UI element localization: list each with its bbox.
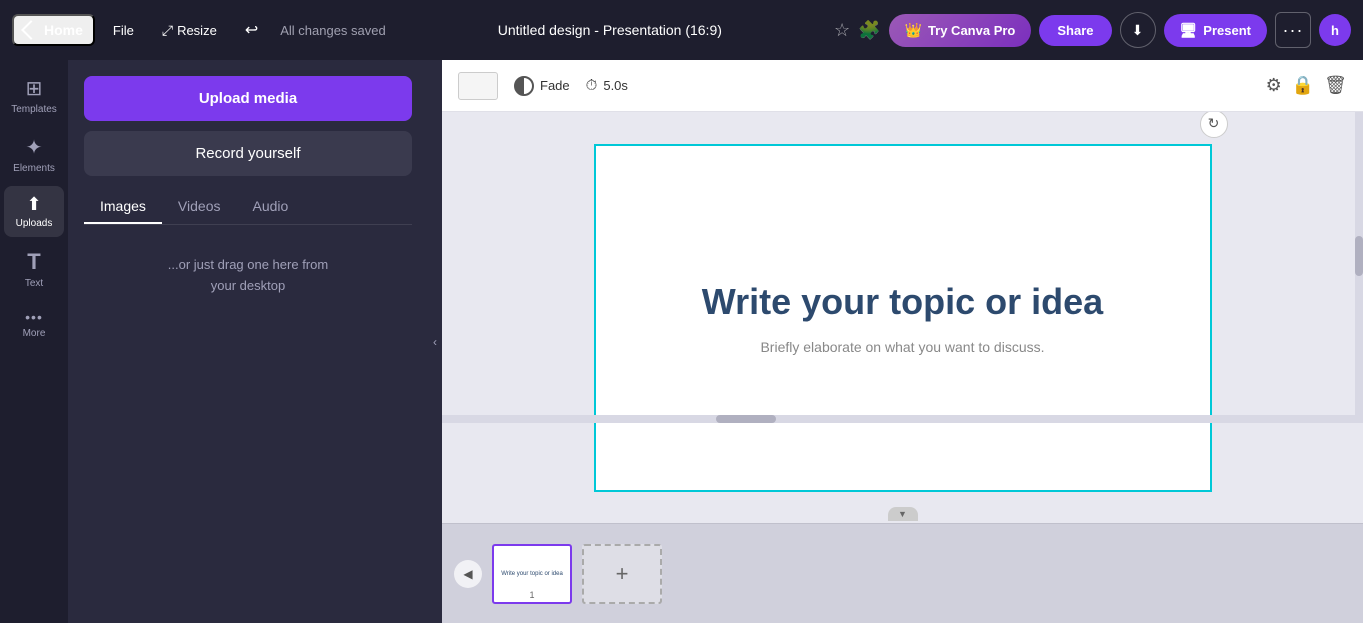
try-canva-pro-button[interactable]: 👑 Try Canva Pro bbox=[889, 14, 1032, 47]
filmstrip-left-arrow[interactable]: ◀ bbox=[454, 560, 482, 588]
collapse-arrow-icon: ‹ bbox=[433, 335, 437, 349]
sidebar-item-uploads[interactable]: ⬆ Uploads bbox=[4, 186, 64, 237]
canvas-area: Fade ⏱ 5.0s ⚙ 🔒 🗑 ↻ Writ bbox=[442, 60, 1363, 623]
design-title: Untitled design - Presentation (16:9) bbox=[498, 22, 722, 38]
resize-icon: ⤢ bbox=[162, 22, 173, 39]
time-label: 5.0s bbox=[603, 78, 628, 93]
resize-button[interactable]: ⤢ Resize bbox=[152, 16, 227, 45]
add-slide-icon: + bbox=[616, 561, 629, 587]
resize-label: Resize bbox=[177, 23, 217, 38]
fade-button[interactable]: Fade bbox=[514, 76, 570, 96]
templates-label: Templates bbox=[11, 104, 57, 115]
add-slide-button[interactable]: + bbox=[582, 544, 662, 604]
topbar-right: ☆ 🧩 👑 Try Canva Pro Share ⬇ 🖥 Present ··… bbox=[834, 12, 1351, 48]
monitor-icon: 🖥 bbox=[1180, 22, 1198, 39]
present-button[interactable]: 🖥 Present bbox=[1164, 14, 1267, 47]
settings-icon-button[interactable]: ⚙ bbox=[1266, 75, 1282, 96]
horizontal-scrollbar[interactable] bbox=[442, 415, 1355, 423]
templates-icon: ⊞ bbox=[26, 76, 43, 101]
elements-icon: ✦ bbox=[26, 135, 43, 160]
sidebar-item-elements[interactable]: ✦ Elements bbox=[4, 127, 64, 182]
elements-label: Elements bbox=[13, 163, 55, 174]
extensions-button[interactable]: 🧩 bbox=[858, 20, 880, 41]
fade-icon bbox=[514, 76, 534, 96]
trash-icon-button[interactable]: 🗑 bbox=[1324, 75, 1347, 96]
file-menu-button[interactable]: File bbox=[103, 17, 144, 44]
download-button[interactable]: ⬇ bbox=[1120, 12, 1156, 48]
fade-label: Fade bbox=[540, 78, 570, 93]
download-icon: ⬇ bbox=[1132, 22, 1144, 39]
lock-icon: 🔒 bbox=[1292, 75, 1314, 95]
slide-thumbnail-preview[interactable] bbox=[458, 72, 498, 100]
uploads-icon: ⬆ bbox=[26, 194, 41, 215]
crown-icon: 👑 bbox=[905, 22, 922, 39]
star-button[interactable]: ☆ bbox=[834, 20, 850, 41]
topbar: Home File ⤢ Resize ↩ All changes saved U… bbox=[0, 0, 1363, 60]
all-changes-saved-text: All changes saved bbox=[280, 23, 386, 38]
slide-subtitle-text[interactable]: Briefly elaborate on what you want to di… bbox=[760, 339, 1044, 355]
vertical-scrollbar[interactable] bbox=[1355, 112, 1363, 423]
trash-icon: 🗑 bbox=[1324, 75, 1347, 95]
panel-collapse-handle[interactable]: ‹ bbox=[428, 60, 442, 623]
uploads-label: Uploads bbox=[16, 218, 53, 229]
slide-canvas[interactable]: ↻ Write your topic or idea Briefly elabo… bbox=[594, 144, 1212, 492]
canvas-toolbar: Fade ⏱ 5.0s ⚙ 🔒 🗑 bbox=[442, 60, 1363, 112]
share-button[interactable]: Share bbox=[1039, 15, 1111, 46]
time-button[interactable]: ⏱ 5.0s bbox=[586, 77, 628, 94]
upload-media-button[interactable]: Upload media bbox=[84, 76, 412, 121]
text-label: Text bbox=[25, 278, 43, 289]
filmstrip-slide-1-text: Write your topic or idea bbox=[499, 569, 565, 579]
tab-audio[interactable]: Audio bbox=[236, 190, 304, 224]
slide-number: 1 bbox=[529, 590, 534, 600]
avatar-button[interactable]: h bbox=[1319, 14, 1351, 46]
undo-button[interactable]: ↩ bbox=[235, 14, 268, 46]
slide-title-text[interactable]: Write your topic or idea bbox=[702, 281, 1103, 323]
collapse-bottom-icon: ▼ bbox=[898, 509, 907, 519]
more-label: More bbox=[23, 328, 46, 339]
topbar-center: Untitled design - Presentation (16:9) bbox=[394, 22, 826, 38]
vertical-scrollbar-thumb[interactable] bbox=[1355, 236, 1363, 276]
chevron-left-icon bbox=[21, 20, 41, 40]
present-label: Present bbox=[1203, 23, 1251, 38]
more-icon: ••• bbox=[25, 309, 43, 325]
sidebar-item-templates[interactable]: ⊞ Templates bbox=[4, 68, 64, 123]
canvas-viewport[interactable]: ↻ Write your topic or idea Briefly elabo… bbox=[442, 112, 1363, 523]
filmstrip-slide-1[interactable]: Write your topic or idea 1 bbox=[492, 544, 572, 604]
sidebar-item-more[interactable]: ••• More bbox=[4, 301, 64, 347]
try-canva-pro-label: Try Canva Pro bbox=[928, 23, 1015, 38]
upload-panel: Upload media Record yourself Images Vide… bbox=[68, 60, 428, 623]
record-yourself-button[interactable]: Record yourself bbox=[84, 131, 412, 176]
toolbar-right: ⚙ 🔒 🗑 bbox=[1266, 75, 1347, 96]
tab-videos[interactable]: Videos bbox=[162, 190, 237, 224]
text-icon: T bbox=[27, 249, 40, 275]
main-layout: ⊞ Templates ✦ Elements ⬆ Uploads T Text … bbox=[0, 60, 1363, 623]
filmstrip-collapse-handle[interactable]: ▼ bbox=[888, 507, 918, 521]
clock-icon: ⏱ bbox=[586, 77, 598, 94]
undo-icon: ↩ bbox=[245, 20, 258, 40]
drag-hint-text: ...or just drag one here fromyour deskto… bbox=[84, 255, 412, 297]
rotate-handle[interactable]: ↻ bbox=[1200, 112, 1228, 138]
settings-icon: ⚙ bbox=[1266, 75, 1282, 95]
more-options-button[interactable]: ··· bbox=[1275, 12, 1311, 48]
home-button[interactable]: Home bbox=[12, 14, 95, 46]
lock-icon-button[interactable]: 🔒 bbox=[1292, 75, 1314, 96]
sidebar-item-text[interactable]: T Text bbox=[4, 241, 64, 297]
tab-images[interactable]: Images bbox=[84, 190, 162, 224]
media-tabs: Images Videos Audio bbox=[84, 190, 412, 225]
home-label: Home bbox=[44, 22, 83, 38]
topbar-left: Home File ⤢ Resize ↩ All changes saved bbox=[12, 14, 386, 46]
filmstrip: ◀ Write your topic or idea 1 + bbox=[442, 523, 1363, 623]
horizontal-scrollbar-thumb[interactable] bbox=[716, 415, 776, 423]
sidebar-icons: ⊞ Templates ✦ Elements ⬆ Uploads T Text … bbox=[0, 60, 68, 623]
